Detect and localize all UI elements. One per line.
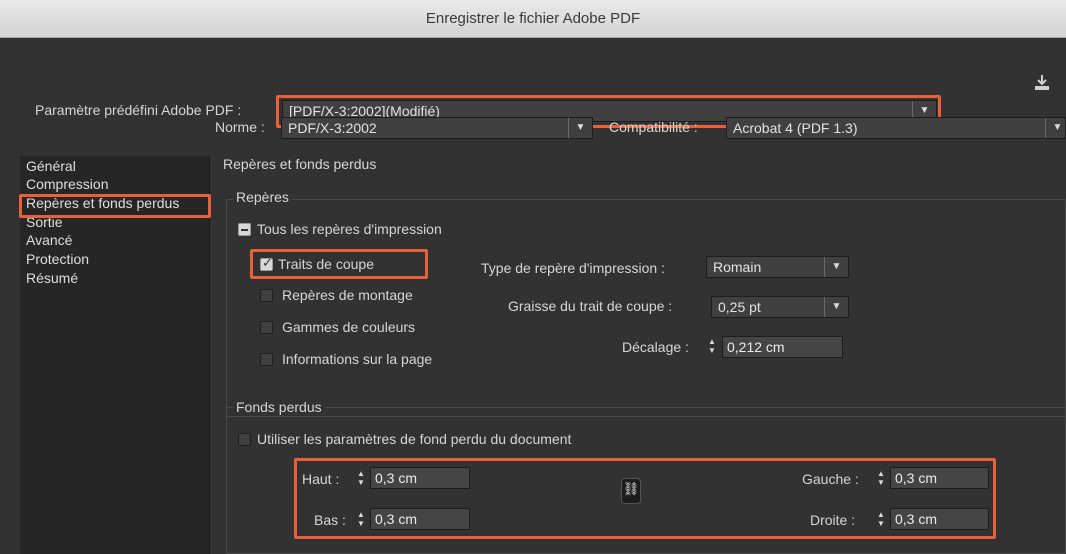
chevron-down-icon: ▼ <box>824 297 848 317</box>
window-title-bar: Enregistrer le fichier Adobe PDF <box>0 0 1066 38</box>
sidebar-item-security[interactable]: Protection <box>26 250 89 268</box>
bleed-group-title: Fonds perdus <box>233 399 325 415</box>
crop-weight-label: Graisse du trait de coupe : <box>508 298 673 314</box>
compat-value: Acrobat 4 (PDF 1.3) <box>733 120 858 136</box>
norme-value: PDF/X-3:2002 <box>288 120 377 136</box>
offset-field[interactable]: 0,212 cm <box>722 336 843 358</box>
norme-select[interactable]: PDF/X-3:2002 ▼ <box>281 117 593 139</box>
page-info-checkbox[interactable] <box>260 353 273 366</box>
use-doc-bleed-checkbox[interactable] <box>238 433 251 446</box>
compat-select[interactable]: Acrobat 4 (PDF 1.3) ▼ <box>726 117 1066 139</box>
page-info-label: Informations sur la page <box>282 351 433 367</box>
color-bars-checkbox[interactable] <box>260 321 273 334</box>
window-title: Enregistrer le fichier Adobe PDF <box>425 10 641 27</box>
bleed-values-highlight <box>294 458 996 539</box>
use-doc-bleed-label: Utiliser les paramètres de fond perdu du… <box>257 431 572 447</box>
norme-label: Norme : <box>215 119 265 135</box>
registration-marks-label: Repères de montage <box>282 287 413 303</box>
sidebar-item-general[interactable]: Général <box>26 157 76 175</box>
marks-group-title: Repères <box>233 189 292 205</box>
registration-marks-checkbox[interactable] <box>260 289 273 302</box>
crop-marks-highlight <box>250 249 428 279</box>
offset-stepper-icon[interactable]: ▲ ▼ <box>705 337 719 357</box>
save-preset-icon[interactable] <box>1032 73 1052 93</box>
sidebar-selected-highlight <box>19 194 211 218</box>
mark-type-select[interactable]: Romain ▼ <box>706 256 849 278</box>
all-marks-label: Tous les repères d'impression <box>257 221 442 237</box>
sidebar-item-summary[interactable]: Résumé <box>26 269 78 287</box>
crop-weight-value: 0,25 pt <box>718 299 761 315</box>
compat-label: Compatibilité : <box>609 119 698 135</box>
color-bars-label: Gammes de couleurs <box>282 319 416 335</box>
sidebar-item-advanced[interactable]: Avancé <box>26 231 72 249</box>
chevron-down-icon: ▼ <box>568 118 592 138</box>
mark-type-label: Type de repère d'impression : <box>481 260 665 276</box>
chevron-down-icon: ▼ <box>824 257 848 277</box>
preset-label: Paramètre prédéfini Adobe PDF : <box>35 102 242 118</box>
sidebar-item-compression[interactable]: Compression <box>26 175 108 193</box>
offset-label: Décalage : <box>622 339 689 355</box>
mark-type-value: Romain <box>713 259 762 275</box>
panel-title: Repères et fonds perdus <box>223 156 377 172</box>
crop-weight-select[interactable]: 0,25 pt ▼ <box>711 296 849 318</box>
dialog-body: Paramètre prédéfini Adobe PDF : [PDF/X-3… <box>0 38 1066 554</box>
all-marks-checkbox[interactable] <box>238 223 251 236</box>
chevron-down-icon: ▼ <box>1045 118 1065 138</box>
